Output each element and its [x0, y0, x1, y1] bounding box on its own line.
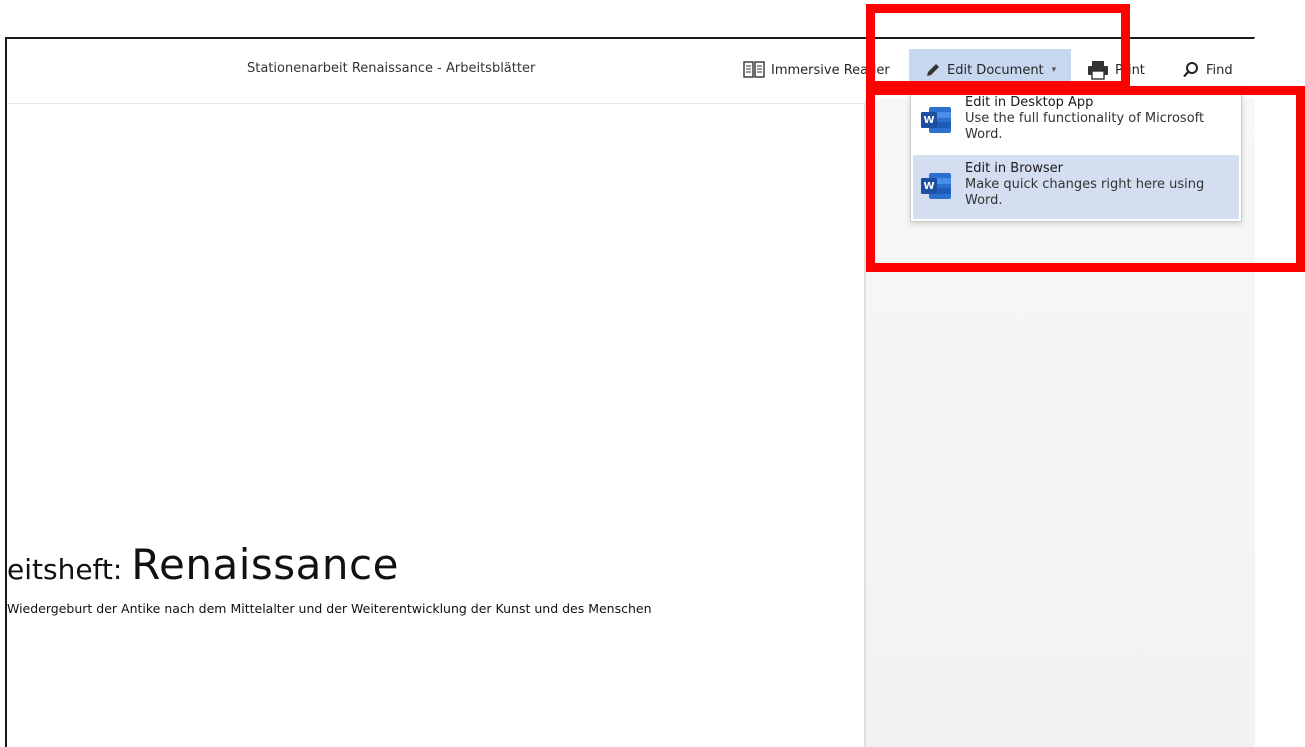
heading-main: Renaissance	[131, 540, 399, 589]
search-icon	[1182, 61, 1200, 79]
find-label: Find	[1206, 62, 1233, 78]
document-page: eitsheft: Renaissance Wiedergeburt der A…	[7, 103, 865, 747]
highlight-box-edit-button	[866, 4, 1130, 90]
document-heading: eitsheft: Renaissance	[7, 540, 399, 589]
heading-prefix: eitsheft:	[7, 553, 132, 586]
book-icon	[743, 60, 765, 80]
highlight-box-edit-menu	[866, 86, 1305, 272]
document-title: Stationenarbeit Renaissance - Arbeitsblä…	[247, 61, 536, 76]
document-subtitle: Wiedergeburt der Antike nach dem Mittela…	[7, 601, 652, 616]
find-button[interactable]: Find	[1182, 49, 1233, 91]
